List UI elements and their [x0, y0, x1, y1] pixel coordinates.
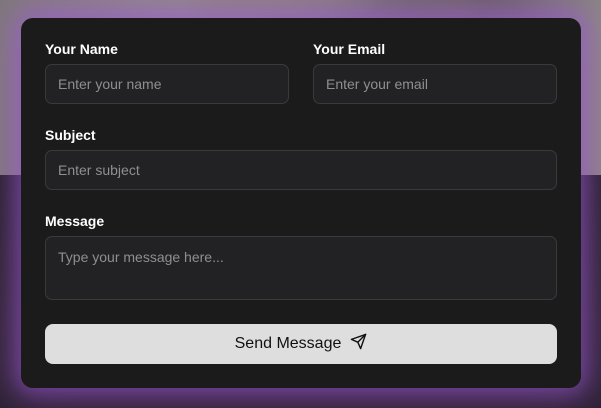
subject-input[interactable]: Enter subject	[45, 150, 557, 190]
name-input[interactable]: Enter your name	[45, 64, 289, 104]
contact-form-card: Your Name Enter your name Your Email Ent…	[21, 18, 581, 388]
email-label: Your Email	[313, 41, 386, 57]
send-button-label: Send Message	[234, 335, 342, 352]
name-label: Your Name	[45, 41, 118, 57]
email-input[interactable]: Enter your email	[313, 64, 557, 104]
message-label: Message	[45, 213, 105, 229]
message-textarea[interactable]: Type your message here...	[45, 236, 557, 300]
send-icon	[350, 333, 367, 355]
subject-label: Subject	[45, 127, 96, 143]
send-message-button[interactable]: Send Message	[45, 324, 557, 364]
